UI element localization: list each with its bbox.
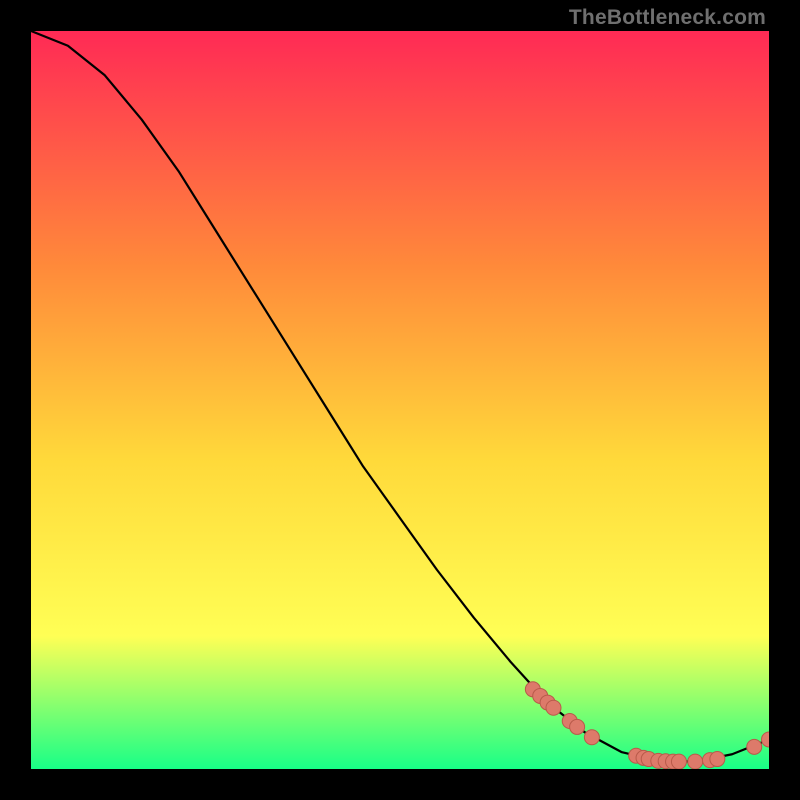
chart-stage: TheBottleneck.com [0, 0, 800, 800]
data-point [671, 754, 686, 769]
data-point [747, 739, 762, 754]
data-point [546, 700, 561, 715]
data-point [688, 754, 703, 769]
gradient-background [31, 31, 769, 769]
data-point [710, 752, 725, 767]
data-point [584, 730, 599, 745]
plot-area [31, 31, 769, 769]
data-point [570, 719, 585, 734]
chart-svg [31, 31, 769, 769]
watermark-text: TheBottleneck.com [569, 6, 766, 30]
